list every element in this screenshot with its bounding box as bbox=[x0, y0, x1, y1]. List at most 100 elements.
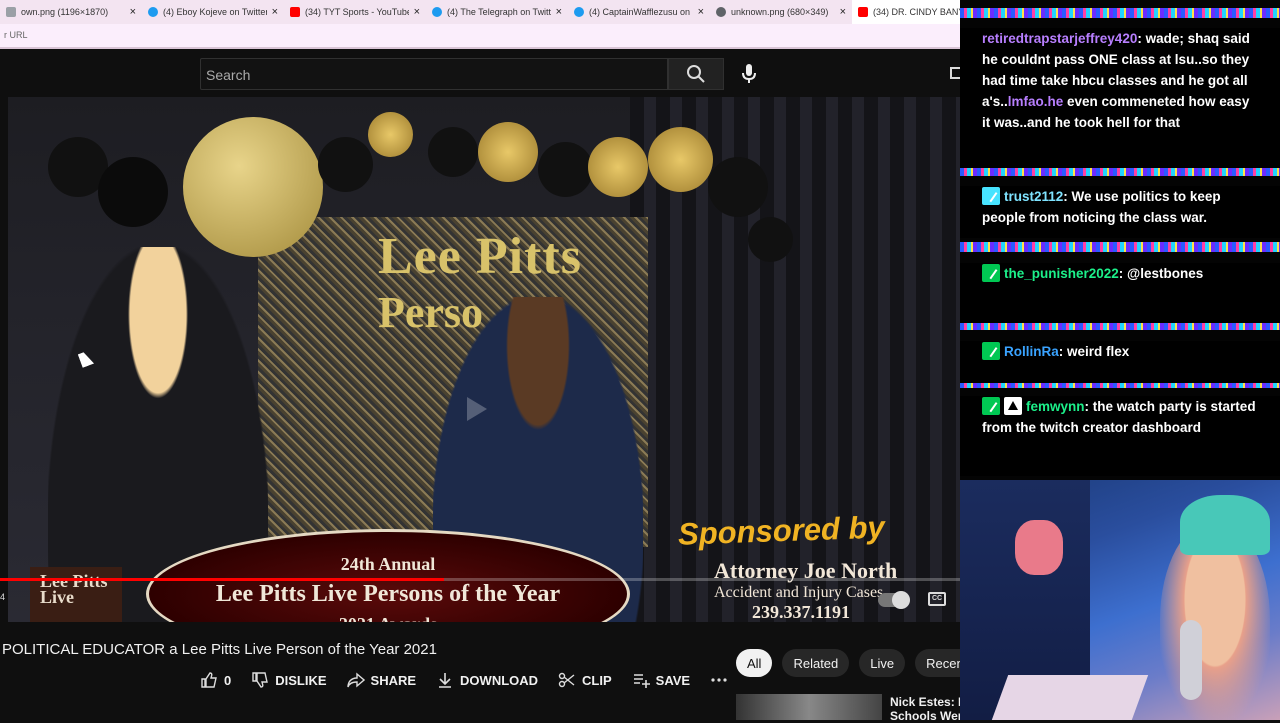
twitter-icon bbox=[432, 7, 442, 17]
share-label: SHARE bbox=[370, 672, 417, 688]
youtube-page: Search Lee Pitts Perso 24th Annual Lee P… bbox=[0, 49, 988, 723]
chat-separator bbox=[960, 8, 1280, 18]
url-text: r URL bbox=[4, 30, 28, 40]
twitter-icon bbox=[574, 7, 584, 17]
clip-button[interactable]: CLIP bbox=[558, 671, 612, 689]
chip-live[interactable]: Live bbox=[859, 649, 906, 677]
download-button[interactable]: DOWNLOAD bbox=[436, 671, 538, 689]
save-button[interactable]: SAVE bbox=[632, 671, 690, 689]
chat-text: : the watch party is started from the tw… bbox=[982, 399, 1256, 435]
browser-tab[interactable]: unknown.png (680×349) × bbox=[710, 0, 852, 24]
tab-title: (34) TYT Sports - YouTube bbox=[305, 7, 409, 17]
search-icon bbox=[687, 65, 705, 83]
chip-all[interactable]: All bbox=[736, 649, 773, 677]
banner-line: 24th Annual bbox=[340, 553, 436, 574]
dislike-button[interactable]: DISLIKE bbox=[251, 671, 327, 689]
create-icon[interactable] bbox=[950, 67, 960, 79]
vip-badge-icon bbox=[1004, 397, 1022, 415]
balloon bbox=[318, 137, 373, 192]
progress-fill bbox=[0, 578, 445, 581]
browser-tab[interactable]: (4) Eboy Kojeve on Twitter × bbox=[142, 0, 284, 24]
like-button[interactable]: 0 bbox=[200, 671, 231, 689]
bucket-hat bbox=[1180, 495, 1270, 555]
tab-title: (4) The Telegraph on Twitter bbox=[447, 7, 551, 17]
browser-tab[interactable]: (4) CaptainWafflezusu on × bbox=[568, 0, 710, 24]
keyboard bbox=[991, 675, 1149, 720]
more-actions-button[interactable] bbox=[710, 671, 728, 689]
microphone bbox=[1180, 620, 1202, 700]
banner-title: Lee Pitts Live Persons of the Year bbox=[215, 580, 561, 607]
captions-icon[interactable]: CC bbox=[928, 592, 946, 606]
banner-line: 2021 Awards bbox=[339, 614, 437, 623]
voice-search-button[interactable] bbox=[737, 61, 761, 87]
share-icon bbox=[346, 672, 365, 688]
browser-tab[interactable]: (34) TYT Sports - YouTube × bbox=[284, 0, 426, 24]
chat-message: femwynn: the watch party is started from… bbox=[960, 396, 1280, 476]
balloon bbox=[98, 157, 168, 227]
filter-chips: All Related Live Recently bbox=[736, 649, 988, 677]
close-tab-icon[interactable]: × bbox=[840, 6, 846, 18]
url-bar[interactable]: r URL bbox=[0, 24, 960, 48]
moderator-badge-icon bbox=[982, 397, 1000, 415]
close-tab-icon[interactable]: × bbox=[414, 6, 420, 18]
balloon bbox=[538, 142, 593, 197]
recommendation-title[interactable]: Nick Estes: I Schools Wer bbox=[890, 695, 960, 723]
backdrop-text: Lee Pitts bbox=[378, 228, 582, 285]
webcam-feed bbox=[960, 480, 1280, 720]
recommendation-thumbnail[interactable] bbox=[736, 694, 882, 720]
plush-toy bbox=[1015, 520, 1063, 575]
tab-title: unknown.png (680×349) bbox=[731, 7, 829, 17]
tab-title: (4) CaptainWafflezusu on bbox=[589, 7, 691, 17]
chat-message: retiredtrapstarjeffrey420: wade; shaq sa… bbox=[960, 28, 1280, 168]
chat-text: : weird flex bbox=[1058, 344, 1130, 359]
like-count: 0 bbox=[224, 672, 232, 688]
video-actions: 0 DISLIKE SHARE DOWNLOAD CLIP SAVE bbox=[200, 669, 748, 691]
scissors-icon bbox=[558, 672, 575, 688]
close-tab-icon[interactable]: × bbox=[130, 6, 136, 18]
tab-title: (34) DR. CINDY BANYAI - l bbox=[873, 7, 960, 17]
browser-tab[interactable]: (4) The Telegraph on Twitter × bbox=[426, 0, 568, 24]
globe-icon bbox=[716, 7, 726, 17]
search-placeholder: Search bbox=[206, 67, 251, 83]
video-time: 4 bbox=[0, 592, 6, 602]
youtube-icon bbox=[858, 7, 868, 17]
chat-username[interactable]: RollinRa bbox=[1004, 344, 1059, 359]
close-tab-icon[interactable]: × bbox=[698, 6, 704, 18]
chat-highlight: lmfao.he bbox=[1007, 94, 1064, 109]
browser-tab[interactable]: own.png (1196×1870) × bbox=[0, 0, 142, 24]
subscriber-badge-icon bbox=[982, 187, 1000, 205]
chip-related[interactable]: Related bbox=[782, 649, 850, 677]
microphone-icon bbox=[742, 64, 756, 83]
recommendation-title-line: Nick Estes: I bbox=[890, 695, 960, 709]
corner-logo: Lee Pitts Live bbox=[30, 567, 122, 622]
youtube-icon bbox=[290, 7, 300, 17]
image-icon bbox=[6, 7, 16, 17]
chat-username[interactable]: retiredtrapstarjeffrey420 bbox=[982, 31, 1137, 46]
chat-username[interactable]: trust2112 bbox=[1004, 189, 1063, 204]
moderator-badge-icon bbox=[982, 342, 1000, 360]
chat-message: the_punisher2022: @lestbones bbox=[960, 263, 1280, 323]
download-icon bbox=[439, 673, 452, 688]
balloon bbox=[428, 127, 478, 177]
video-player[interactable]: Lee Pitts Perso 24th Annual Lee Pitts Li… bbox=[8, 97, 960, 622]
balloon bbox=[478, 122, 538, 182]
close-tab-icon[interactable]: × bbox=[556, 6, 562, 18]
chat-username[interactable]: femwynn bbox=[1026, 399, 1085, 414]
video-progress-bar[interactable] bbox=[0, 578, 960, 581]
browser-tab-bar: own.png (1196×1870) × (4) Eboy Kojeve on T… bbox=[0, 0, 960, 24]
search-input[interactable]: Search bbox=[200, 58, 668, 90]
browser-tab[interactable]: (34) DR. CINDY BANYAI - l× bbox=[852, 0, 960, 24]
more-horizontal-icon bbox=[711, 678, 727, 682]
clip-label: CLIP bbox=[582, 672, 612, 688]
tab-title: own.png (1196×1870) bbox=[21, 7, 109, 17]
share-button[interactable]: SHARE bbox=[346, 671, 417, 689]
tab-title: (4) Eboy Kojeve on Twitter bbox=[163, 7, 267, 17]
autoplay-toggle[interactable] bbox=[878, 591, 910, 609]
close-tab-icon[interactable]: × bbox=[272, 6, 278, 18]
chat-message: RollinRa: weird flex bbox=[960, 341, 1280, 383]
balloon bbox=[368, 112, 413, 157]
save-label: SAVE bbox=[655, 672, 691, 688]
search-button[interactable] bbox=[668, 58, 724, 90]
moderator-badge-icon bbox=[982, 264, 1000, 282]
chat-username[interactable]: the_punisher2022 bbox=[1004, 266, 1119, 281]
